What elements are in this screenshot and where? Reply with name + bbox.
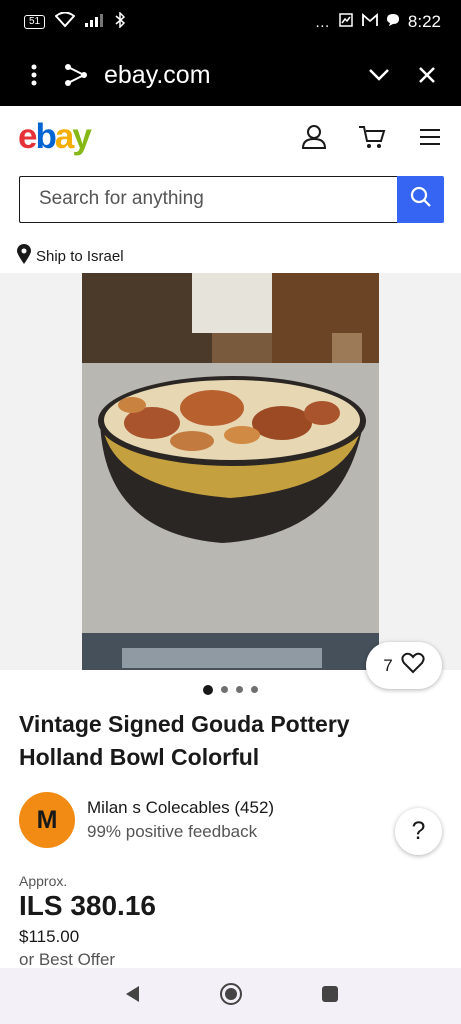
wifi-icon (54, 11, 76, 32)
cart-icon[interactable] (357, 122, 387, 152)
url-label[interactable]: ebay.com (104, 61, 359, 90)
seller-feedback: 99% positive feedback (87, 822, 258, 841)
battery-indicator: 51 (24, 15, 46, 29)
bluetooth-icon (115, 11, 126, 32)
menu-icon[interactable] (415, 122, 445, 152)
account-icon[interactable] (299, 122, 329, 152)
ship-to-label: Ship to Israel (36, 247, 124, 265)
seller-name[interactable]: Milan s Colecables (452) (87, 796, 274, 820)
price: ILS 380.16 (19, 890, 156, 921)
back-icon[interactable] (123, 984, 141, 1009)
ship-to-location[interactable]: Ship to Israel (17, 244, 124, 268)
search-icon (410, 186, 432, 213)
seller-avatar[interactable]: M (19, 792, 75, 848)
ebay-logo[interactable]: ebay (18, 117, 92, 157)
site-header: ebay (0, 106, 461, 168)
location-pin-icon (17, 244, 31, 268)
best-offer-label: or Best Offer (19, 950, 116, 969)
help-button[interactable]: ? (395, 808, 442, 855)
clock-time: 8:22 (407, 12, 441, 31)
chevron-down-icon[interactable] (359, 55, 399, 95)
listing-title: Vintage Signed Gouda Pottery Holland Bow… (19, 711, 350, 770)
image-gallery[interactable] (0, 273, 461, 670)
approx-label: Approx. (19, 873, 68, 889)
pagination-dot[interactable] (221, 686, 228, 693)
close-icon[interactable] (407, 55, 447, 95)
signal-icon (85, 13, 105, 31)
image-pagination (0, 685, 461, 695)
pagination-dot[interactable] (251, 686, 258, 693)
pagination-dot[interactable] (236, 686, 243, 693)
overflow-indicator: … (314, 13, 330, 31)
heart-icon (401, 652, 425, 679)
home-icon[interactable] (219, 982, 243, 1011)
chat-icon (386, 13, 400, 31)
search-input[interactable]: Search for anything (19, 176, 397, 223)
usd-price: $115.00 (19, 927, 80, 946)
watch-button[interactable]: 7 (366, 642, 442, 689)
search-bar: Search for anything (19, 176, 444, 223)
more-options-icon[interactable] (14, 55, 54, 95)
browser-toolbar: ebay.com (0, 44, 461, 106)
seller-info[interactable]: M Milan s Colecables (452) 99% positive … (19, 792, 274, 848)
pagination-dot[interactable] (203, 685, 213, 695)
recents-icon[interactable] (321, 985, 339, 1008)
search-button[interactable] (397, 176, 444, 223)
gmail-icon (362, 13, 378, 31)
status-bar: 51 … 8:22 (0, 0, 461, 44)
product-photo[interactable] (82, 273, 379, 670)
watch-count: 7 (383, 655, 393, 675)
notification-icon (338, 12, 354, 32)
share-icon[interactable] (56, 55, 96, 95)
system-nav-bar (0, 968, 461, 1024)
